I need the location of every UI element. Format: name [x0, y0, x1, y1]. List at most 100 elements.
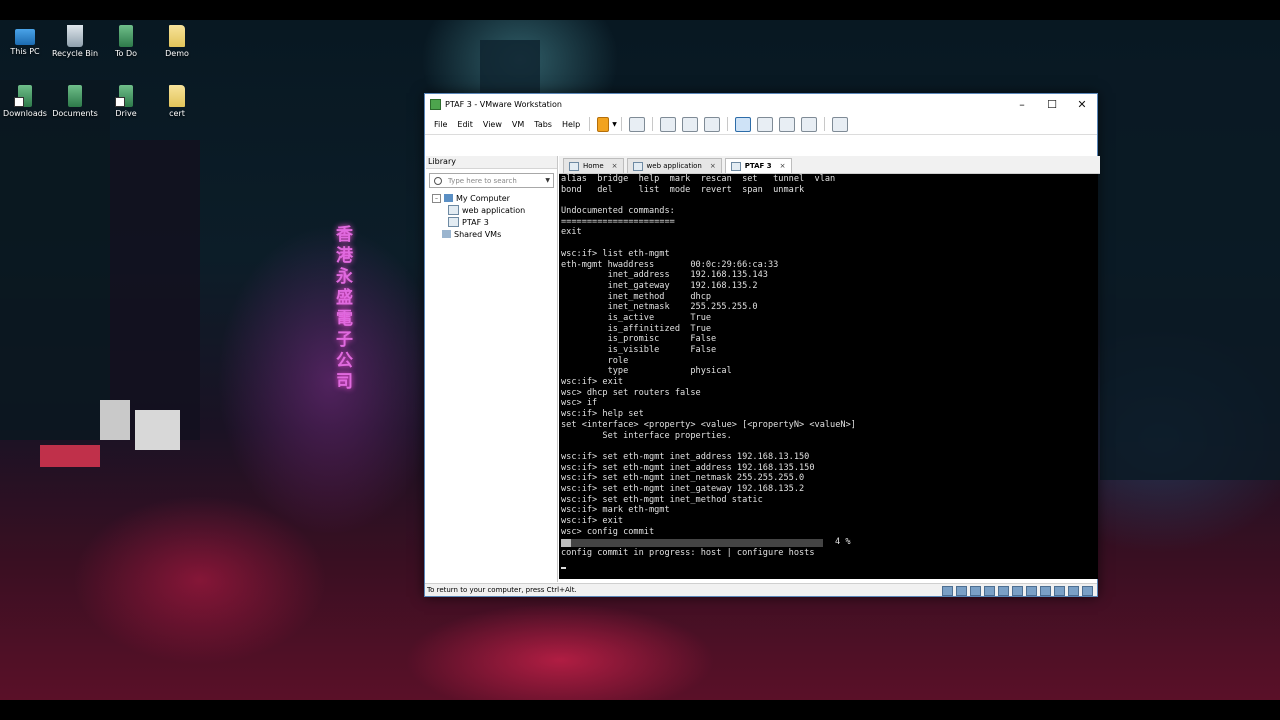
desktop-icon-label: cert [169, 109, 185, 118]
console-line: wsc:if> set eth-mgmt inet_method static [561, 494, 763, 505]
console-view-icon[interactable] [831, 116, 848, 132]
send-ctrl-alt-del-icon[interactable] [628, 116, 645, 132]
message-icon[interactable] [1082, 586, 1093, 596]
desktop-icon-cert[interactable]: cert [147, 85, 207, 118]
tab-label: PTAF 3 [744, 162, 772, 170]
toolbar-separator [823, 117, 825, 131]
network-adapter-icon[interactable] [970, 586, 981, 596]
collapse-icon[interactable]: – [432, 193, 441, 203]
maximize-button[interactable]: ☐ [1037, 94, 1067, 114]
search-icon [434, 176, 442, 185]
usb-icon[interactable] [1026, 586, 1037, 596]
building-silhouette [1100, 60, 1280, 480]
status-text: To return to your computer, press Ctrl+A… [427, 586, 577, 594]
building-silhouette [110, 140, 200, 440]
tree-item-ptaf-3[interactable]: PTAF 3 [426, 216, 557, 228]
downloads-icon [14, 85, 32, 107]
library-panel: Library Type here to search ▼ – My Compu… [426, 156, 558, 582]
commit-progress: 4 % [561, 537, 1098, 548]
cd-dvd-icon[interactable] [956, 586, 967, 596]
desktop-icon-label: Demo [165, 49, 189, 58]
pause-icon[interactable] [597, 116, 610, 132]
tab-web-application[interactable]: web application × [626, 158, 722, 173]
snapshot-icon[interactable] [659, 116, 676, 132]
console-line: is_active True [561, 312, 712, 323]
console-line: wsc:if> list eth-mgmt [561, 248, 670, 259]
tree-item-web-application[interactable]: web application [426, 204, 557, 216]
desktop-icon-demo[interactable]: Demo [147, 25, 207, 58]
menu-vm[interactable]: VM [507, 120, 529, 129]
shop-sign [40, 445, 100, 467]
menu-help[interactable]: Help [557, 120, 585, 129]
vm-icon [448, 205, 459, 215]
shop-sign [135, 410, 180, 450]
console-line: alias bridge help mark rescan set tunnel… [561, 174, 836, 184]
tree-item-label: PTAF 3 [462, 217, 489, 227]
thumbnail-bar-icon[interactable] [756, 116, 773, 132]
menu-file[interactable]: File [429, 120, 452, 129]
unity-icon[interactable] [800, 116, 817, 132]
tree-item-label: Shared VMs [454, 229, 502, 239]
app-icon [115, 85, 133, 107]
console-line: Undocumented commands: [561, 206, 675, 217]
revert-snapshot-icon[interactable] [681, 116, 698, 132]
shop-sign [100, 400, 130, 440]
chevron-down-icon[interactable]: ▼ [612, 121, 617, 128]
console-line: wsc> dhcp set routers false [561, 387, 701, 398]
vm-icon [730, 161, 741, 171]
console-line: wsc> config commit [561, 526, 655, 537]
computer-icon [444, 194, 453, 202]
menu-view[interactable]: View [478, 120, 507, 129]
tree-item-shared-vms[interactable]: Shared VMs [426, 228, 557, 240]
title-bar[interactable]: PTAF 3 - VMware Workstation – ☐ ✕ [425, 94, 1097, 114]
console-line: is_affinitized True [561, 323, 712, 334]
close-icon[interactable]: × [710, 162, 716, 170]
printer-icon[interactable] [1054, 586, 1065, 596]
tab-ptaf-3[interactable]: PTAF 3 × [724, 158, 792, 173]
show-library-icon[interactable] [734, 116, 751, 132]
chevron-down-icon[interactable]: ▼ [545, 177, 550, 184]
display-icon[interactable] [1068, 586, 1079, 596]
close-button[interactable]: ✕ [1067, 94, 1097, 114]
tree-item-label: web application [462, 205, 526, 215]
minimize-button[interactable]: – [1007, 94, 1037, 114]
vmware-app-icon [430, 98, 441, 110]
vmware-window: PTAF 3 - VMware Workstation – ☐ ✕ File E… [424, 93, 1100, 597]
hard-disk-icon[interactable] [942, 586, 953, 596]
library-tree: – My Computer web application PTAF 3 Sha… [426, 192, 557, 240]
tab-home[interactable]: Home × [563, 158, 624, 173]
tree-item-label: My Computer [456, 193, 510, 203]
snapshot-manager-icon[interactable] [703, 116, 720, 132]
full-screen-icon[interactable] [778, 116, 795, 132]
library-search-input[interactable]: Type here to search ▼ [429, 173, 554, 188]
menu-edit[interactable]: Edit [452, 120, 478, 129]
folder-icon [169, 25, 185, 47]
device-icons [939, 586, 1093, 596]
close-icon[interactable]: × [612, 162, 618, 170]
console-line: wsc:if> set eth-mgmt inet_gateway 192.16… [561, 483, 805, 494]
console-line: wsc:if> mark eth-mgmt [561, 505, 670, 516]
sound-card-icon[interactable] [1040, 586, 1051, 596]
progress-bar-fill [561, 538, 572, 547]
desktop-icon-label: To Do [114, 49, 138, 58]
window-title: PTAF 3 - VMware Workstation [445, 99, 562, 109]
vm-console[interactable]: alias bridge help mark rescan set tunnel… [559, 174, 1098, 579]
text-cursor [561, 567, 566, 570]
console-line: is_visible False [561, 345, 717, 355]
this-pc-icon [15, 29, 35, 45]
console-line: inet_gateway 192.168.135.2 [561, 280, 758, 291]
console-line: is_promisc False [561, 334, 717, 345]
tree-item-my-computer[interactable]: – My Computer [426, 192, 557, 204]
network-adapter-icon[interactable] [984, 586, 995, 596]
network-adapter-icon[interactable] [998, 586, 1009, 596]
desktop-icon-label: Downloads [3, 109, 47, 118]
close-icon[interactable]: × [780, 162, 786, 170]
console-line: wsc:if> set eth-mgmt inet_address 192.16… [561, 451, 810, 462]
menu-tabs[interactable]: Tabs [529, 120, 557, 129]
desktop-icon-label: This PC [10, 47, 40, 56]
toolbar-separator [589, 117, 591, 131]
network-adapter-icon[interactable] [1012, 586, 1023, 596]
toolbar-separator [651, 117, 653, 131]
